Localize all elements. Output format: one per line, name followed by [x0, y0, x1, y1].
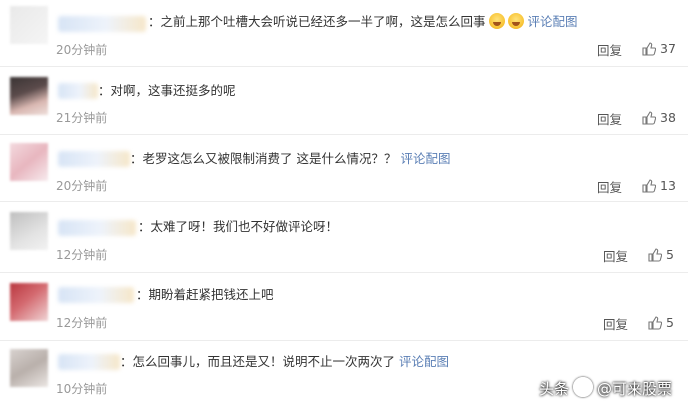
avatar[interactable]: [10, 6, 48, 44]
comment-time: 12分钟前: [56, 248, 108, 262]
comment-item: ：对啊，这事还挺多的呢 21分钟前 回复 38: [0, 67, 688, 135]
watermark-prefix: 头条: [538, 380, 569, 398]
comment-item: ：期盼着赶紧把钱还上吧 12分钟前 回复 5: [0, 273, 688, 341]
username-blurred[interactable]: [58, 151, 130, 167]
comment-item: ：太难了呀！我们也不好做评论呀！ 12分钟前 回复 5: [0, 202, 688, 273]
avatar[interactable]: [10, 143, 48, 181]
username-blurred[interactable]: [58, 16, 146, 32]
username-blurred[interactable]: [58, 220, 136, 236]
comment-text-row: ：太难了呀！我们也不好做评论呀！: [138, 218, 338, 236]
avatar[interactable]: [10, 212, 48, 250]
reply-button[interactable]: 回复: [603, 246, 628, 265]
comment-image-link[interactable]: 评论配图: [528, 14, 578, 29]
like-count: 5: [666, 315, 674, 330]
laughing-emoji-icon: [488, 13, 505, 29]
comment-time: 12分钟前: [56, 316, 108, 330]
username-blurred[interactable]: [58, 83, 98, 99]
comment-text-row: ：怎么回事儿，而且还是又！说明不止一次两次了 评论配图: [120, 353, 449, 371]
watermark-handle: @可来股票: [596, 380, 672, 398]
like-count: 13: [660, 178, 676, 193]
comment-text: ：怎么回事儿，而且还是又！说明不止一次两次了: [120, 354, 396, 369]
reply-button[interactable]: 回复: [597, 40, 622, 59]
comment-item: ：之前上那个吐槽大会听说已经还多一半了啊，这是怎么回事 评论配图 20分钟前 回…: [0, 0, 688, 67]
thumbs-up-icon: [642, 178, 656, 193]
like-button[interactable]: 13: [642, 178, 676, 193]
comment-image-link[interactable]: 评论配图: [399, 354, 449, 369]
avatar[interactable]: [10, 349, 48, 387]
comment-time: 20分钟前: [56, 179, 108, 193]
like-count: 5: [666, 247, 674, 262]
comment-text: ：之前上那个吐槽大会听说已经还多一半了啊，这是怎么回事: [148, 14, 486, 29]
comment-text: ：老罗这怎么又被限制消费了 这是什么情况？？: [130, 151, 397, 166]
reply-button[interactable]: 回复: [597, 177, 622, 196]
avatar[interactable]: [10, 77, 48, 115]
comment-text-row: ：老罗这怎么又被限制消费了 这是什么情况？？ 评论配图: [130, 150, 450, 168]
comment-time: 10分钟前: [56, 382, 108, 396]
thumbs-up-icon: [642, 110, 656, 125]
thumbs-up-icon: [648, 315, 662, 330]
like-button[interactable]: 38: [642, 110, 676, 125]
like-button[interactable]: 5: [648, 247, 674, 262]
like-button[interactable]: 5: [648, 315, 674, 330]
avatar[interactable]: [10, 283, 48, 321]
comment-time: 20分钟前: [56, 43, 108, 57]
comment-text: ：太难了呀！我们也不好做评论呀！: [138, 219, 339, 234]
laughing-emoji-icon: [507, 13, 524, 29]
username-blurred[interactable]: [58, 287, 134, 303]
username-blurred[interactable]: [58, 354, 120, 370]
comment-text: ：期盼着赶紧把钱还上吧: [136, 287, 274, 302]
thumbs-up-icon: [642, 41, 656, 56]
comment-text-row: ：对啊，这事还挺多的呢: [98, 82, 236, 100]
watermark: 头条 @可来股票: [539, 377, 672, 399]
comment-item: ：老罗这怎么又被限制消费了 这是什么情况？？ 评论配图 20分钟前 回复 13: [0, 135, 688, 202]
comment-time: 21分钟前: [56, 111, 108, 125]
watermark-badge-icon: [572, 377, 593, 397]
thumbs-up-icon: [648, 247, 662, 262]
reply-button[interactable]: 回复: [597, 109, 622, 128]
like-button[interactable]: 37: [642, 41, 676, 56]
comment-text-row: ：期盼着赶紧把钱还上吧: [136, 286, 274, 304]
like-count: 38: [660, 110, 676, 125]
comment-text: ：对啊，这事还挺多的呢: [98, 83, 236, 98]
reply-button[interactable]: 回复: [603, 314, 628, 333]
like-count: 37: [660, 41, 676, 56]
comment-image-link[interactable]: 评论配图: [400, 151, 450, 166]
comment-text-row: ：之前上那个吐槽大会听说已经还多一半了啊，这是怎么回事 评论配图: [148, 13, 578, 31]
